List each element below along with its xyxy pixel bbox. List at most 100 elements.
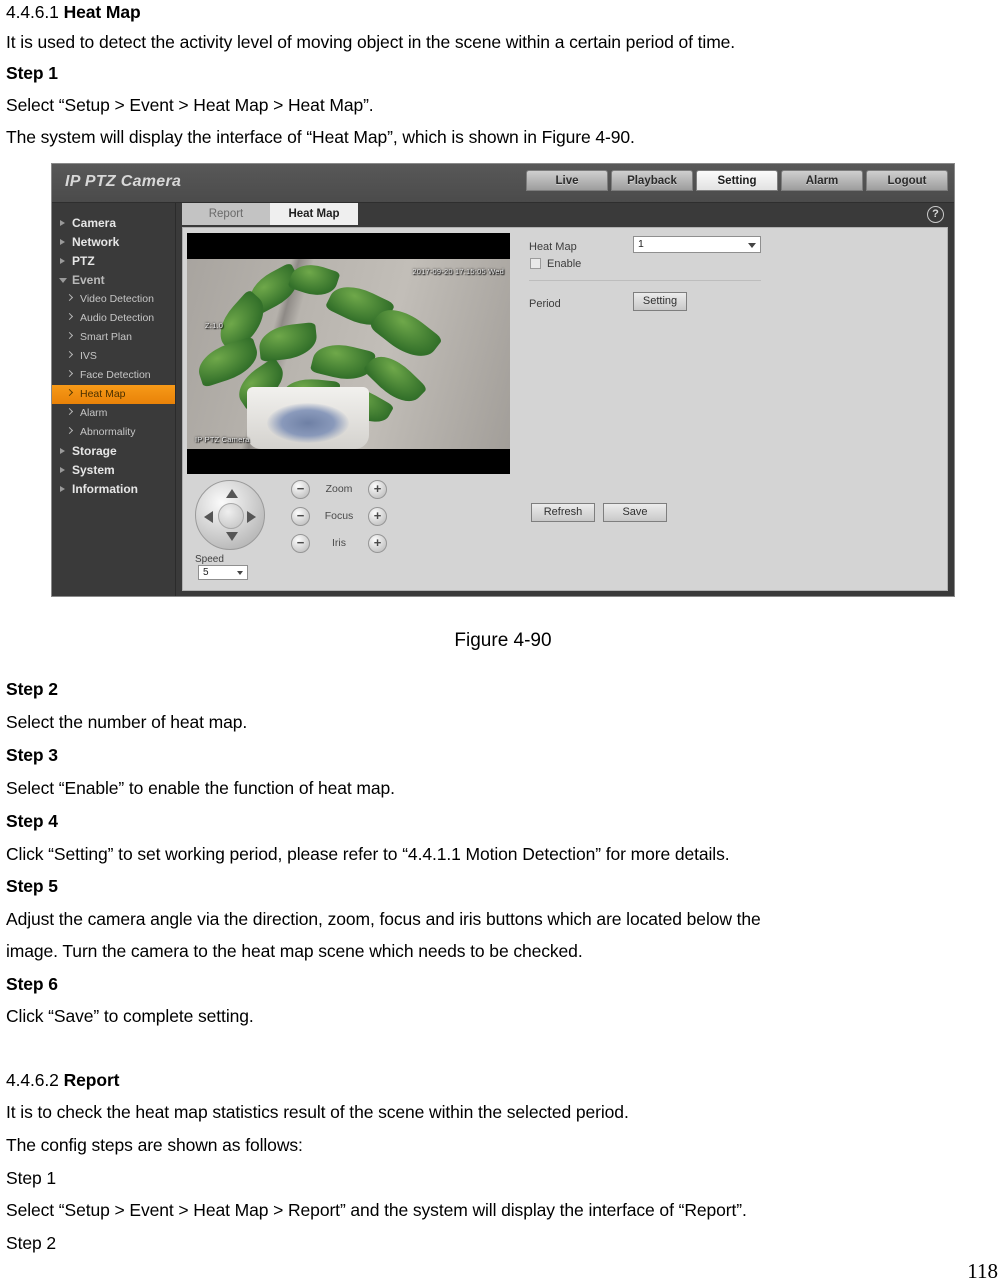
- sidebar-item-label: Video Detection: [80, 293, 154, 305]
- step-label: Step 3: [6, 745, 58, 765]
- paragraph: Step 1: [6, 1168, 56, 1188]
- topnav-setting-button[interactable]: Setting: [696, 170, 778, 191]
- ui-body: Camera Network PTZ Event Video Detection Audi…: [52, 203, 954, 596]
- sidebar-item-network[interactable]: Network: [52, 233, 175, 252]
- speed-select[interactable]: 5: [198, 565, 248, 580]
- step-label: Step 1: [6, 63, 58, 83]
- zoom-plus-button[interactable]: +: [368, 480, 387, 499]
- heat-map-settings: Heat Map 1 Enable Period Setting Refresh…: [521, 228, 947, 590]
- arrow-up-icon[interactable]: [226, 489, 238, 498]
- topnav-logout-button[interactable]: Logout: [866, 170, 948, 191]
- tab-heat-map[interactable]: Heat Map: [270, 203, 358, 225]
- section-heading: 4.4.6.2 Report: [6, 1070, 119, 1090]
- topnav-alarm-button[interactable]: Alarm: [781, 170, 863, 191]
- sidebar-item-smart-plan[interactable]: Smart Plan: [52, 328, 175, 347]
- sidebar-item-ptz[interactable]: PTZ: [52, 252, 175, 271]
- direction-pad[interactable]: [195, 480, 265, 550]
- refresh-button[interactable]: Refresh: [531, 503, 595, 522]
- paragraph: Select “Setup > Event > Heat Map > Repor…: [6, 1200, 747, 1220]
- chevron-right-icon: [65, 388, 74, 397]
- focus-label: Focus: [324, 510, 354, 522]
- iris-minus-button[interactable]: −: [291, 534, 310, 553]
- paragraph: It is to check the heat map statistics r…: [6, 1102, 629, 1122]
- sidebar-item-label: System: [72, 463, 115, 477]
- chevron-right-icon: [65, 293, 74, 302]
- period-label: Period: [529, 298, 561, 310]
- zoom-minus-button[interactable]: −: [291, 480, 310, 499]
- settings-panel: 2017-09-20 17:15:05 Wed Z:1.0 IP PTZ Cam…: [182, 227, 948, 591]
- top-navigation[interactable]: Live Playback Setting Alarm Logout: [526, 170, 948, 191]
- sidebar-item-camera[interactable]: Camera: [52, 214, 175, 233]
- paragraph: image. Turn the camera to the heat map s…: [6, 941, 583, 961]
- sidebar-item-ivs[interactable]: IVS: [52, 347, 175, 366]
- arrow-down-icon[interactable]: [226, 532, 238, 541]
- zoom-control-row: − Zoom +: [291, 480, 387, 507]
- topnav-playback-button[interactable]: Playback: [611, 170, 693, 191]
- chevron-down-icon: [237, 571, 243, 575]
- focus-minus-button[interactable]: −: [291, 507, 310, 526]
- paragraph: Adjust the camera angle via the directio…: [6, 909, 761, 929]
- video-preview[interactable]: 2017-09-20 17:15:05 Wed Z:1.0 IP PTZ Cam…: [187, 233, 510, 474]
- enable-checkbox[interactable]: [530, 258, 541, 269]
- chevron-right-icon: [60, 239, 65, 245]
- camera-web-ui-screenshot: IP PTZ Camera Live Playback Setting Alarm Lo…: [51, 163, 955, 597]
- speed-select-value: 5: [203, 567, 209, 578]
- speed-label: Speed: [195, 554, 224, 565]
- sidebar-item-storage[interactable]: Storage: [52, 442, 175, 461]
- sidebar-item-label: Event: [72, 273, 105, 287]
- heat-map-label: Heat Map: [529, 241, 577, 253]
- focus-control-row: − Focus +: [291, 507, 387, 534]
- sidebar-item-label: Camera: [72, 216, 117, 230]
- sidebar-item-face-detection[interactable]: Face Detection: [52, 366, 175, 385]
- paragraph: Click “Save” to complete setting.: [6, 1006, 254, 1026]
- sidebar-item-label: Abnormality: [80, 426, 136, 438]
- sidebar-item-video-detection[interactable]: Video Detection: [52, 290, 175, 309]
- sidebar-item-alarm[interactable]: Alarm: [52, 404, 175, 423]
- focus-plus-button[interactable]: +: [368, 507, 387, 526]
- section-title: Heat Map: [63, 2, 141, 22]
- sidebar-item-abnormality[interactable]: Abnormality: [52, 423, 175, 442]
- save-button[interactable]: Save: [603, 503, 667, 522]
- content-area: Report Heat Map? 2017-09-20 17:15:05 Wed…: [176, 203, 954, 596]
- sidebar-item-label: Information: [72, 482, 138, 496]
- dpad-center-button[interactable]: [218, 503, 244, 529]
- sidebar-item-information[interactable]: Information: [52, 480, 175, 499]
- sidebar-item-event[interactable]: Event: [52, 271, 175, 290]
- chevron-right-icon: [60, 448, 65, 454]
- step-label: Step 6: [6, 974, 58, 994]
- tab-bar[interactable]: Report Heat Map?: [176, 203, 954, 227]
- period-setting-button[interactable]: Setting: [633, 292, 687, 311]
- sidebar-item-label: PTZ: [72, 254, 95, 268]
- enable-label: Enable: [547, 258, 582, 270]
- sidebar-menu[interactable]: Camera Network PTZ Event Video Detection Audi…: [52, 203, 176, 596]
- chevron-right-icon: [65, 312, 74, 321]
- sidebar-item-heat-map[interactable]: Heat Map: [52, 385, 175, 404]
- sidebar-item-system[interactable]: System: [52, 461, 175, 480]
- chevron-right-icon: [65, 369, 74, 378]
- topnav-live-button[interactable]: Live: [526, 170, 608, 191]
- iris-plus-button[interactable]: +: [368, 534, 387, 553]
- heat-map-select-value: 1: [638, 238, 644, 250]
- divider: [529, 280, 761, 281]
- lens-controls[interactable]: − Zoom + − Focus + − Iris +: [291, 480, 387, 561]
- heat-map-select[interactable]: 1: [633, 236, 761, 253]
- chevron-right-icon: [65, 331, 74, 340]
- chevron-right-icon: [60, 467, 65, 473]
- zoom-label: Zoom: [325, 483, 353, 495]
- section-title: Report: [63, 1070, 120, 1090]
- section-heading: 4.4.6.1 Heat Map: [6, 2, 141, 22]
- osd-channel-name: IP PTZ Camera: [195, 435, 250, 444]
- help-icon[interactable]: ?: [927, 206, 944, 223]
- page-number: 118: [967, 1259, 998, 1283]
- tab-report[interactable]: Report: [182, 203, 270, 225]
- step-label: Step 5: [6, 876, 58, 896]
- arrow-left-icon[interactable]: [204, 511, 213, 523]
- iris-label: Iris: [332, 537, 346, 549]
- sidebar-item-label: Heat Map: [80, 388, 126, 400]
- chevron-down-icon: [748, 243, 756, 248]
- arrow-right-icon[interactable]: [247, 511, 256, 523]
- sidebar-item-audio-detection[interactable]: Audio Detection: [52, 309, 175, 328]
- paragraph: Select the number of heat map.: [6, 712, 248, 732]
- paragraph: Click “Setting” to set working period, p…: [6, 844, 730, 864]
- speed-control: Speed 5: [195, 554, 248, 580]
